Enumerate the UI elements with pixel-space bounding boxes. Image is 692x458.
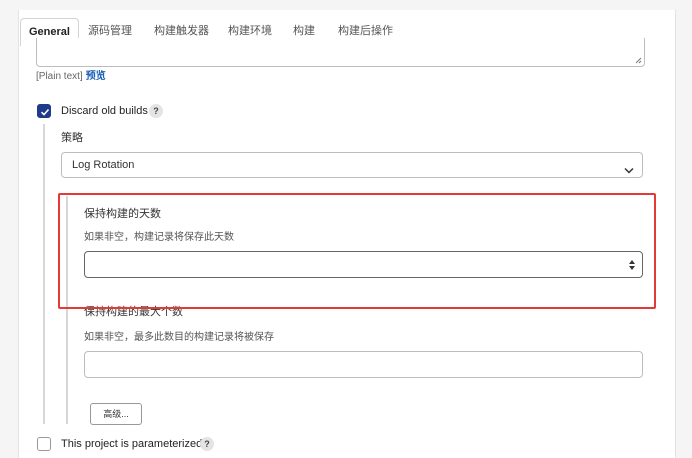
parameterized-label[interactable]: This project is parameterized: [61, 438, 202, 450]
parameterized-help-icon[interactable]: ?: [200, 437, 214, 451]
advanced-button[interactable]: 高级...: [90, 403, 142, 425]
description-textarea[interactable]: [36, 38, 645, 67]
strategy-select[interactable]: Log Rotation: [61, 152, 643, 178]
max-builds-input[interactable]: [84, 351, 643, 378]
strategy-selected-value: Log Rotation: [72, 159, 135, 171]
description-format: [Plain text] 预览: [36, 67, 106, 82]
discard-old-builds-checkbox[interactable]: [37, 104, 51, 118]
max-builds-description: 如果非空，最多此数目的构建记录将被保存: [84, 332, 274, 343]
days-to-keep-description: 如果非空，构建记录将保存此天数: [84, 232, 234, 243]
check-icon: [40, 108, 50, 116]
parameterized-checkbox[interactable]: [37, 437, 51, 451]
discard-section-guide: [43, 124, 45, 424]
strategy-label: 策略: [61, 132, 83, 144]
log-rotation-guide: [66, 196, 68, 424]
max-builds-label: 保持构建的最大个数: [84, 306, 183, 318]
chevron-down-icon: [624, 161, 634, 179]
preview-link[interactable]: 预览: [86, 71, 106, 82]
plain-text-label: [Plain text]: [36, 71, 83, 82]
days-to-keep-input[interactable]: [84, 251, 643, 278]
discard-old-builds-help-icon[interactable]: ?: [149, 104, 163, 118]
discard-old-builds-label[interactable]: Discard old builds: [61, 105, 148, 117]
days-to-keep-label: 保持构建的天数: [84, 208, 161, 220]
resize-grip-icon[interactable]: [635, 57, 642, 64]
number-spinner-icon[interactable]: [628, 258, 636, 276]
